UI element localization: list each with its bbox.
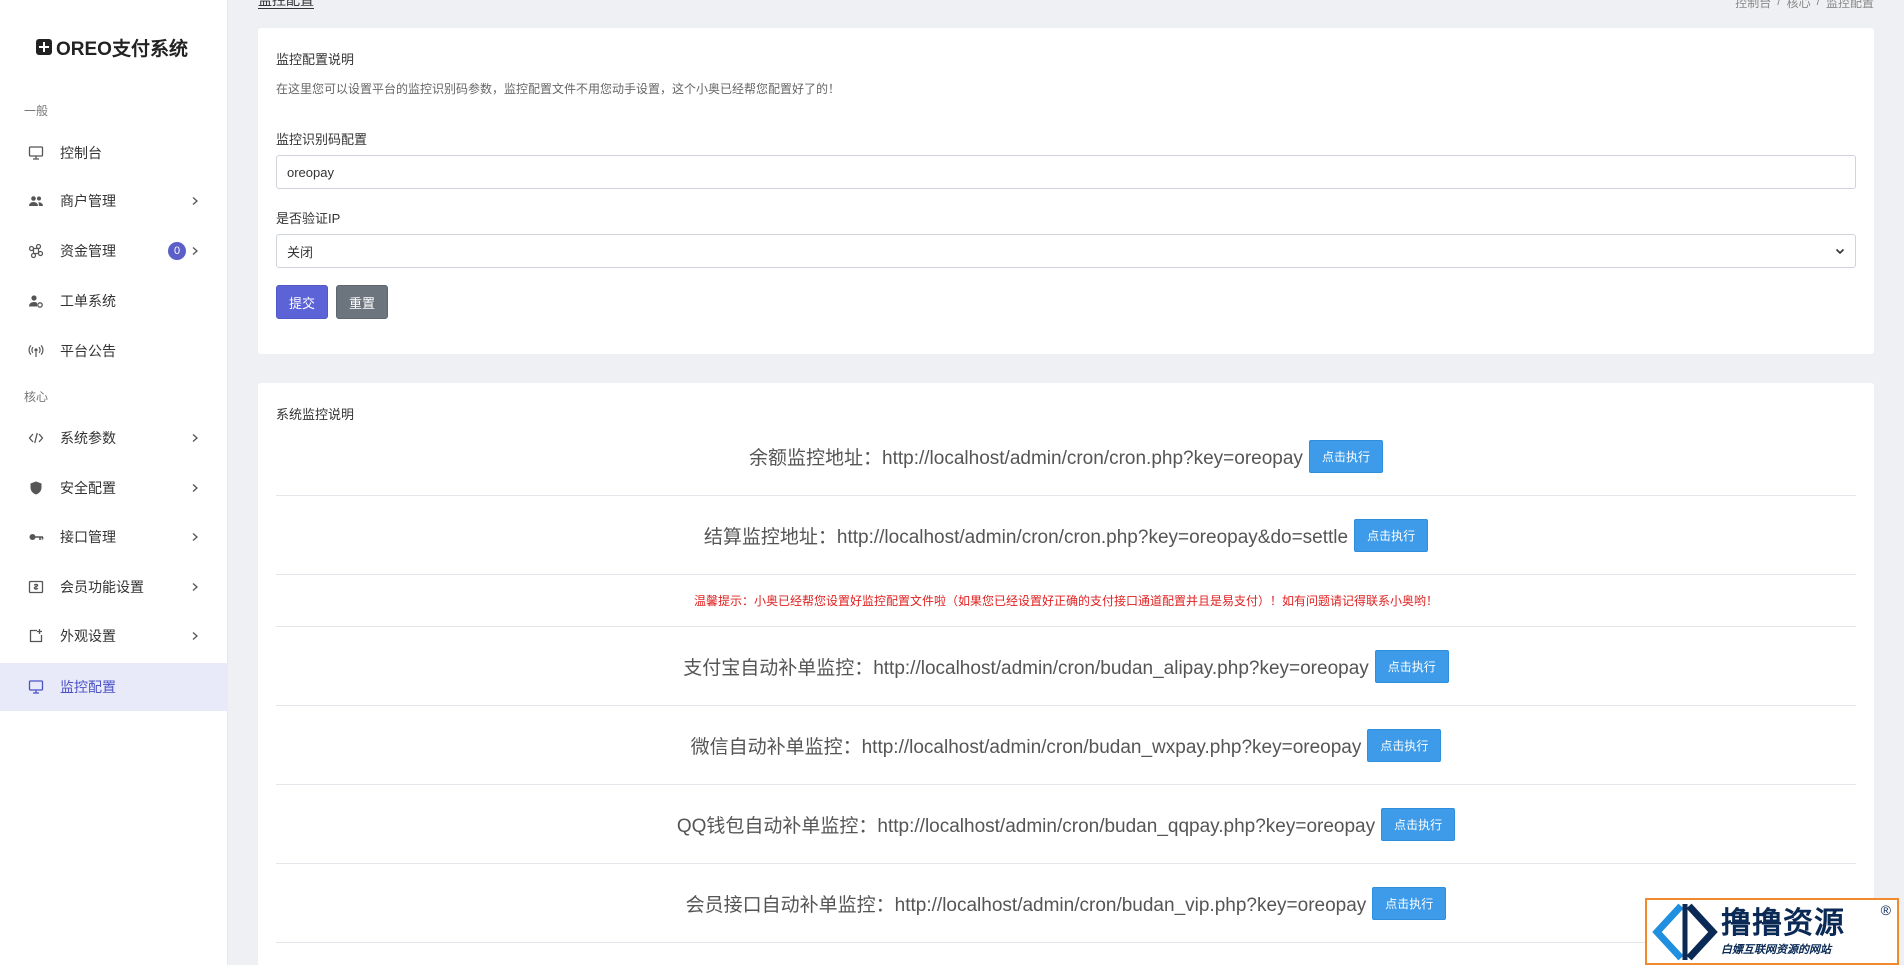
sidebar-item-appearance[interactable]: 外观设置 bbox=[0, 612, 228, 660]
section-label-general: 一般 bbox=[24, 104, 49, 118]
brand[interactable]: OREO支付系统 bbox=[36, 34, 188, 60]
key-icon bbox=[28, 529, 44, 545]
monitor-icon bbox=[28, 679, 44, 695]
section-label-core: 核心 bbox=[24, 390, 49, 404]
run-button[interactable]: 点击执行 bbox=[1372, 886, 1447, 920]
sidebar-item-label: 监控配置 bbox=[60, 679, 116, 695]
verify-ip-label: 是否验证IP bbox=[276, 211, 341, 226]
sidebar-item-label: 外观设置 bbox=[60, 628, 116, 644]
monitor-url-text: 结算监控地址：http://localhost/admin/cron/cron.… bbox=[703, 526, 1349, 548]
monitor-url-text: 支付宝自动补单监控：http://localhost/admin/cron/bu… bbox=[683, 657, 1369, 679]
card-title: 监控配置说明 bbox=[276, 52, 355, 67]
monitor-code-input[interactable]: oreopay bbox=[276, 155, 1856, 189]
expand-icon bbox=[28, 628, 44, 644]
tip-row: 温馨提示：小奥已经帮您设置好监控配置文件啦（如果您已经设置好正确的支付接口通道配… bbox=[276, 575, 1856, 627]
run-button[interactable]: 点击执行 bbox=[1308, 439, 1383, 473]
chevron-right-icon bbox=[192, 632, 198, 640]
monitor-row: 会员接口自动补单监控：http://localhost/admin/cron/b… bbox=[276, 864, 1856, 943]
funds-badge: 0 bbox=[168, 242, 186, 260]
code-field-label: 监控识别码配置 bbox=[276, 132, 368, 147]
sidebar-item-announcements[interactable]: 平台公告 bbox=[0, 327, 228, 375]
monitor-row: 微信自动补单监控：http://localhost/admin/cron/bud… bbox=[276, 706, 1856, 785]
brand-name: OREO支付系统 bbox=[56, 38, 188, 60]
chevron-right-icon bbox=[192, 197, 198, 205]
run-button[interactable]: 点击执行 bbox=[1354, 518, 1429, 552]
verify-ip-select[interactable]: 关闭 bbox=[276, 234, 1856, 268]
registered-mark: ® bbox=[1880, 902, 1891, 918]
monitor-url-text: 余额监控地址：http://localhost/admin/cron/cron.… bbox=[749, 447, 1303, 469]
sidebar-item-member-settings[interactable]: 会员功能设置 bbox=[0, 563, 228, 611]
user-gear-icon bbox=[28, 293, 44, 309]
sidebar-item-label: 商户管理 bbox=[60, 193, 116, 209]
monitor-row: 余额监控地址：http://localhost/admin/cron/cron.… bbox=[276, 417, 1856, 496]
system-monitor-card: 系统监控说明 余额监控地址：http://localhost/admin/cro… bbox=[258, 383, 1874, 965]
breadcrumb-separator: / bbox=[1816, 0, 1820, 8]
monitor-icon bbox=[28, 145, 44, 161]
sidebar-item-label: 工单系统 bbox=[60, 293, 116, 309]
sidebar-item-security[interactable]: 安全配置 bbox=[0, 464, 228, 512]
run-button[interactable]: 点击执行 bbox=[1374, 649, 1449, 683]
chevron-right-icon bbox=[192, 484, 198, 492]
breadcrumb: 控制台 / 核心 / 监控配置 bbox=[1735, 0, 1874, 11]
chevron-right-icon bbox=[192, 434, 198, 442]
sidebar-item-tickets[interactable]: 工单系统 bbox=[0, 277, 228, 325]
watermark-title: 撸撸资源 bbox=[1721, 906, 1845, 940]
breadcrumb-separator: / bbox=[1777, 0, 1781, 8]
command-icon bbox=[28, 243, 44, 259]
brand-logo-icon bbox=[36, 39, 52, 55]
sidebar-item-dashboard[interactable]: 控制台 bbox=[0, 129, 228, 177]
breadcrumb-item[interactable]: 核心 bbox=[1787, 0, 1811, 11]
sidebar-item-label: 系统参数 bbox=[60, 430, 116, 446]
sidebar-item-merchants[interactable]: 商户管理 bbox=[0, 177, 228, 225]
monitor-code-value: oreopay bbox=[287, 164, 334, 180]
users-icon bbox=[28, 193, 44, 209]
shield-icon bbox=[28, 480, 44, 496]
sidebar: OREO支付系统 一般 控制台 商户管理 资金管理 0 工单系统 平台公告 核心… bbox=[0, 0, 228, 965]
sidebar-item-label: 会员功能设置 bbox=[60, 579, 144, 595]
reset-button[interactable]: 重置 bbox=[336, 285, 388, 319]
verify-ip-value: 关闭 bbox=[287, 244, 314, 260]
sidebar-item-funds[interactable]: 资金管理 0 bbox=[0, 227, 228, 275]
chevron-right-icon bbox=[192, 533, 198, 541]
card-description: 在这里您可以设置平台的监控识别码参数，监控配置文件不用您动手设置，这个小奥已经帮… bbox=[276, 82, 841, 96]
watermark-subtitle: 白嫖互联网资源的网站 bbox=[1721, 943, 1831, 956]
sidebar-item-label: 资金管理 bbox=[60, 243, 116, 259]
monitor-url-text: 会员接口自动补单监控：http://localhost/admin/cron/b… bbox=[685, 894, 1367, 916]
submit-button[interactable]: 提交 bbox=[276, 285, 328, 319]
page-title: 监控配置 bbox=[258, 0, 314, 9]
sidebar-item-label: 安全配置 bbox=[60, 480, 116, 496]
monitor-row: 结算监控地址：http://localhost/admin/cron/cron.… bbox=[276, 496, 1856, 575]
tip-text: 温馨提示：小奥已经帮您设置好监控配置文件啦（如果您已经设置好正确的支付接口通道配… bbox=[693, 594, 1438, 608]
chevron-right-icon bbox=[192, 583, 198, 591]
sidebar-item-system-params[interactable]: 系统参数 bbox=[0, 414, 228, 462]
run-button[interactable]: 点击执行 bbox=[1367, 728, 1442, 762]
run-button[interactable]: 点击执行 bbox=[1381, 807, 1456, 841]
sidebar-item-interfaces[interactable]: 接口管理 bbox=[0, 513, 228, 561]
sidebar-item-label: 接口管理 bbox=[60, 529, 116, 545]
watermark: 撸撸资源 白嫖互联网资源的网站 ® bbox=[1645, 898, 1899, 965]
chevron-right-icon bbox=[192, 247, 198, 255]
monitor-config-card: 监控配置说明 在这里您可以设置平台的监控识别码参数，监控配置文件不用您动手设置，… bbox=[258, 28, 1874, 354]
monitor-row: 支付宝自动补单监控：http://localhost/admin/cron/bu… bbox=[276, 627, 1856, 706]
broadcast-icon bbox=[28, 343, 44, 359]
chevron-down-icon bbox=[1835, 248, 1845, 255]
sidebar-item-label: 平台公告 bbox=[60, 343, 116, 359]
monitor-url-text: 微信自动补单监控：http://localhost/admin/cron/bud… bbox=[690, 736, 1362, 758]
money-icon bbox=[28, 579, 44, 595]
monitor-url-text: QQ钱包自动补单监控：http://localhost/admin/cron/b… bbox=[676, 815, 1376, 837]
monitor-row: QQ钱包自动补单监控：http://localhost/admin/cron/b… bbox=[276, 785, 1856, 864]
breadcrumb-item[interactable]: 控制台 bbox=[1735, 0, 1771, 11]
code-icon bbox=[28, 430, 44, 446]
breadcrumb-item: 监控配置 bbox=[1825, 0, 1874, 10]
sidebar-item-label: 控制台 bbox=[60, 145, 102, 161]
watermark-logo-icon bbox=[1652, 903, 1718, 960]
sidebar-item-monitor-config[interactable]: 监控配置 bbox=[0, 663, 228, 711]
